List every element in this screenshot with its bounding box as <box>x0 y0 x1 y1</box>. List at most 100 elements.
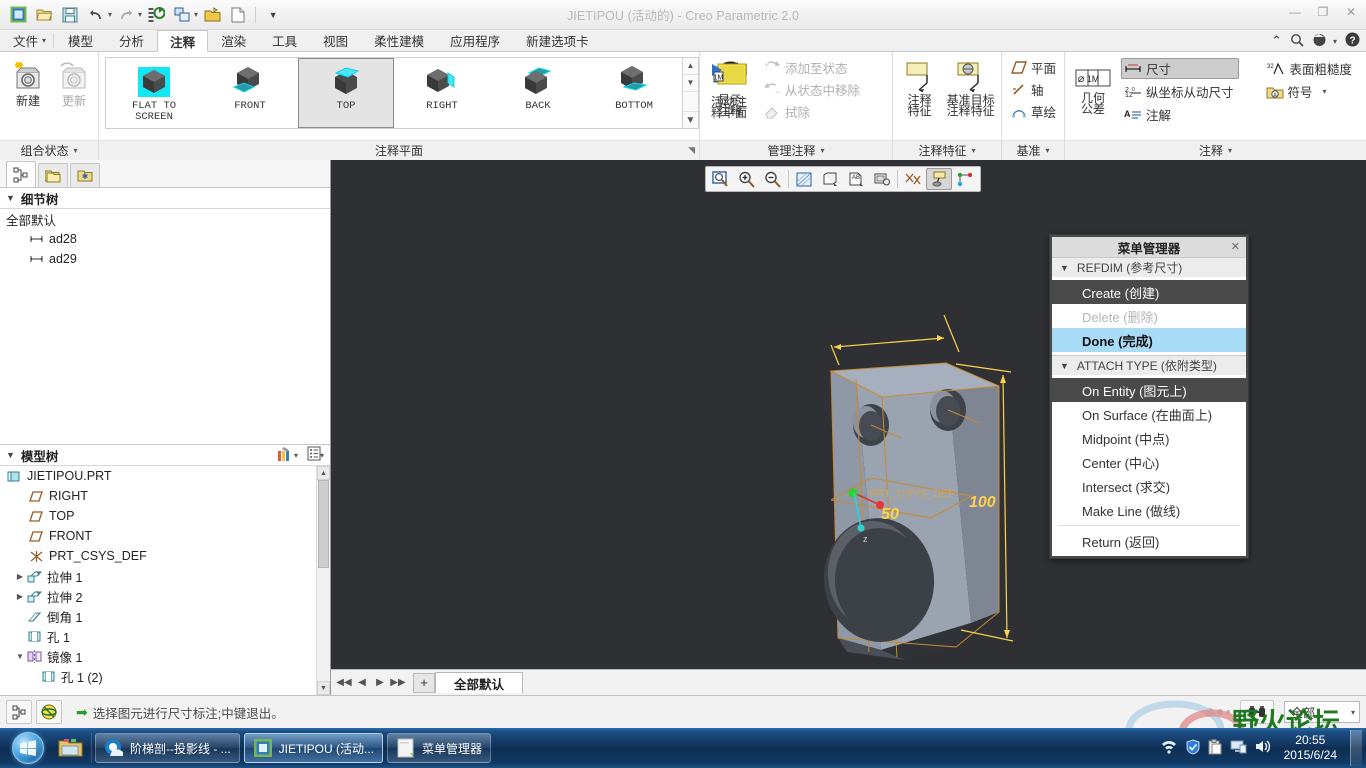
model-tree-tab[interactable] <box>6 161 36 187</box>
detail-tree-item-ad29[interactable]: ad29 <box>0 249 330 269</box>
note-button[interactable]: A 注解 <box>1121 104 1239 125</box>
model-tree-scroll-down-button[interactable]: ▼ <box>317 681 330 695</box>
model-tree-toggle-icon[interactable] <box>6 700 32 724</box>
annotation-plane-right[interactable]: RIGHT <box>394 58 490 128</box>
ribbon-group-datum-title[interactable]: 基准 ▾ <box>1002 140 1064 160</box>
model-tree-item-extrude-2[interactable]: ▶ 拉伸 2 <box>0 586 330 606</box>
minimize-ribbon-icon[interactable]: ⌃ <box>1271 33 1282 49</box>
dimension-width-value[interactable]: 50 <box>881 506 899 523</box>
shield-icon[interactable] <box>1185 738 1201 758</box>
regenerate-icon[interactable] <box>144 4 168 26</box>
detail-tree-area[interactable]: 全部默认 ad28 ad29 <box>0 209 330 444</box>
volume-icon[interactable] <box>1254 739 1271 757</box>
gallery-scrollbar[interactable]: ▲ ▼ ▼ <box>682 58 698 128</box>
model-tree-item-right[interactable]: RIGHT <box>0 486 330 506</box>
tab-new-tab[interactable]: 新建选项卡 <box>513 29 602 51</box>
menu-item-midpoint[interactable]: Midpoint (中点) <box>1052 426 1246 450</box>
model-tree-item-top[interactable]: TOP <box>0 506 330 526</box>
prev-view-button[interactable]: ◀ <box>353 674 371 692</box>
annotation-plane-flat-to-screen[interactable]: FLAT TO SCREEN <box>106 58 202 128</box>
datum-target-annotation-feature-button[interactable]: 基准目标 注释特征 <box>944 55 997 118</box>
save-icon[interactable] <box>58 4 82 26</box>
taskbar-item-browser[interactable]: 阶梯剖--投影线 - ... <box>95 733 240 763</box>
tab-view[interactable]: 视图 <box>310 29 361 51</box>
clipboard-icon[interactable] <box>1208 738 1223 758</box>
update-combined-state-button[interactable]: 更新 <box>54 55 94 108</box>
start-button[interactable] <box>2 730 54 766</box>
model-tree-header[interactable]: ▼ 模型树 ▾ ▾ <box>0 444 330 466</box>
monitor-icon[interactable] <box>1230 739 1247 757</box>
next-view-button[interactable]: ▶ <box>371 674 389 692</box>
detail-tree-item-ad28[interactable]: ad28 <box>0 229 330 249</box>
account-icon[interactable] <box>1312 33 1327 50</box>
taskbar-item-menu-manager[interactable]: 菜单管理器 <box>387 733 492 763</box>
selection-filter-select[interactable]: 全部 ▾ <box>1284 701 1360 723</box>
undo-icon[interactable] <box>84 4 108 26</box>
tab-file[interactable]: 文件 ▾ <box>0 29 55 51</box>
refdim-section-header[interactable]: ▼ REFDIM (参考尺寸) <box>1052 257 1246 277</box>
model-tree-scrollbar[interactable]: ▲ ▼ <box>316 466 330 695</box>
model-tree-item-extrude-1[interactable]: ▶ 拉伸 1 <box>0 566 330 586</box>
tab-model[interactable]: 模型 <box>55 29 106 51</box>
dimension-button[interactable]: 尺寸 <box>1121 58 1239 79</box>
ribbon-group-annotation-feature-title[interactable]: 注释特征 ▾ <box>893 140 1001 160</box>
model-tree-item-hole-1[interactable]: 孔 1 <box>0 626 330 646</box>
gallery-scroll-up-icon[interactable]: ▲ <box>683 58 698 75</box>
view-tab-all-default[interactable]: 全部默认 <box>435 672 524 693</box>
model-tree-item-hole-1-2[interactable]: 孔 1 (2) <box>0 666 330 686</box>
datum-sketch-button[interactable]: 草绘 <box>1008 101 1061 122</box>
menu-item-delete[interactable]: Delete (删除) <box>1052 304 1246 328</box>
show-annotations-button[interactable]: 1M 显示 注释 <box>706 55 754 118</box>
annotation-plane-back[interactable]: BACK <box>490 58 586 128</box>
search-icon[interactable] <box>1290 33 1304 50</box>
gallery-scroll-more-icon[interactable]: ▼ <box>683 112 698 128</box>
redo-caret-icon[interactable]: ▾ <box>138 10 142 19</box>
menu-item-on-surface[interactable]: On Surface (在曲面上) <box>1052 402 1246 426</box>
tab-flexible-modeling[interactable]: 柔性建模 <box>361 29 437 51</box>
add-to-state-button[interactable]: + 添加至状态 <box>760 57 865 78</box>
model-tree-scroll-up-button[interactable]: ▲ <box>317 466 330 480</box>
undo-caret-icon[interactable]: ▾ <box>108 10 112 19</box>
open-icon[interactable] <box>32 4 56 26</box>
last-view-button[interactable]: ▶▶ <box>389 674 407 692</box>
taskbar-item-creo[interactable]: JIETIPOU (活动... <box>243 733 384 763</box>
ribbon-group-manage-annotations-title[interactable]: 管理注释 ▾ <box>700 140 892 160</box>
expand-arrow-icon[interactable]: ▶ <box>14 572 26 581</box>
minimize-button[interactable]: — <box>1286 5 1304 19</box>
model-tree-item-front[interactable]: FRONT <box>0 526 330 546</box>
menu-manager-close-button[interactable]: ✕ <box>1231 240 1240 253</box>
tree-filters-caret-icon[interactable]: ▾ <box>294 451 298 460</box>
datum-plane-button[interactable]: 平面 <box>1008 57 1061 78</box>
folder-open-icon[interactable] <box>200 4 224 26</box>
expand-arrow-icon[interactable]: ▶ <box>14 592 26 601</box>
folder-browser-tab[interactable] <box>38 163 68 187</box>
tab-applications[interactable]: 应用程序 <box>437 29 513 51</box>
first-view-button[interactable]: ◀◀ <box>335 674 353 692</box>
symbol-caret-icon[interactable]: ▾ <box>1323 87 1327 96</box>
new-combined-state-button[interactable]: 新建 <box>8 55 48 108</box>
model-tree-item-mirror-1[interactable]: ▼ 镜像 1 <box>0 646 330 666</box>
detail-tree-header[interactable]: ▼ 细节树 <box>0 187 330 209</box>
collapse-arrow-icon[interactable]: ▼ <box>14 652 26 661</box>
datum-axis-button[interactable]: 轴 <box>1008 79 1049 100</box>
favorites-tab[interactable]: ✱ <box>70 163 100 187</box>
menu-manager-dialog[interactable]: 菜单管理器 ✕ ▼ REFDIM (参考尺寸) Create (创建) Dele… <box>1049 234 1249 559</box>
erase-button[interactable]: 拭除 <box>760 101 865 122</box>
find-button[interactable] <box>1240 700 1274 724</box>
surface-finish-button[interactable]: 32 表面粗糙度 <box>1263 58 1358 79</box>
spin-center-toggle-icon[interactable] <box>36 700 62 724</box>
ribbon-group-combined-state-title[interactable]: 组合状态 ▾ <box>0 140 98 160</box>
gallery-scroll-track[interactable] <box>683 92 698 113</box>
detail-tree-root[interactable]: 全部默认 <box>0 209 330 229</box>
geometric-tolerance-button[interactable]: ⌀ 1M 几何 公差 <box>1071 55 1115 116</box>
ribbon-group-annotation-title[interactable]: 注释 ▾ <box>1065 140 1366 160</box>
menu-item-create[interactable]: Create (创建) <box>1052 280 1246 304</box>
tree-filters-icon[interactable] <box>276 446 294 465</box>
quicklaunch-explorer-icon[interactable] <box>54 731 88 765</box>
annotation-plane-bottom[interactable]: BOTTOM <box>586 58 682 128</box>
help-icon[interactable]: ? <box>1345 32 1360 50</box>
model-tree-area[interactable]: JIETIPOU.PRT RIGHT TOP FRONT PRT_CSYS_DE… <box>0 466 330 695</box>
model-tree-collapse-icon[interactable]: ▼ <box>6 450 15 460</box>
attach-type-section-header[interactable]: ▼ ATTACH TYPE (依附类型) <box>1052 355 1246 375</box>
model-tree-item-chamfer-1[interactable]: 倒角 1 <box>0 606 330 626</box>
